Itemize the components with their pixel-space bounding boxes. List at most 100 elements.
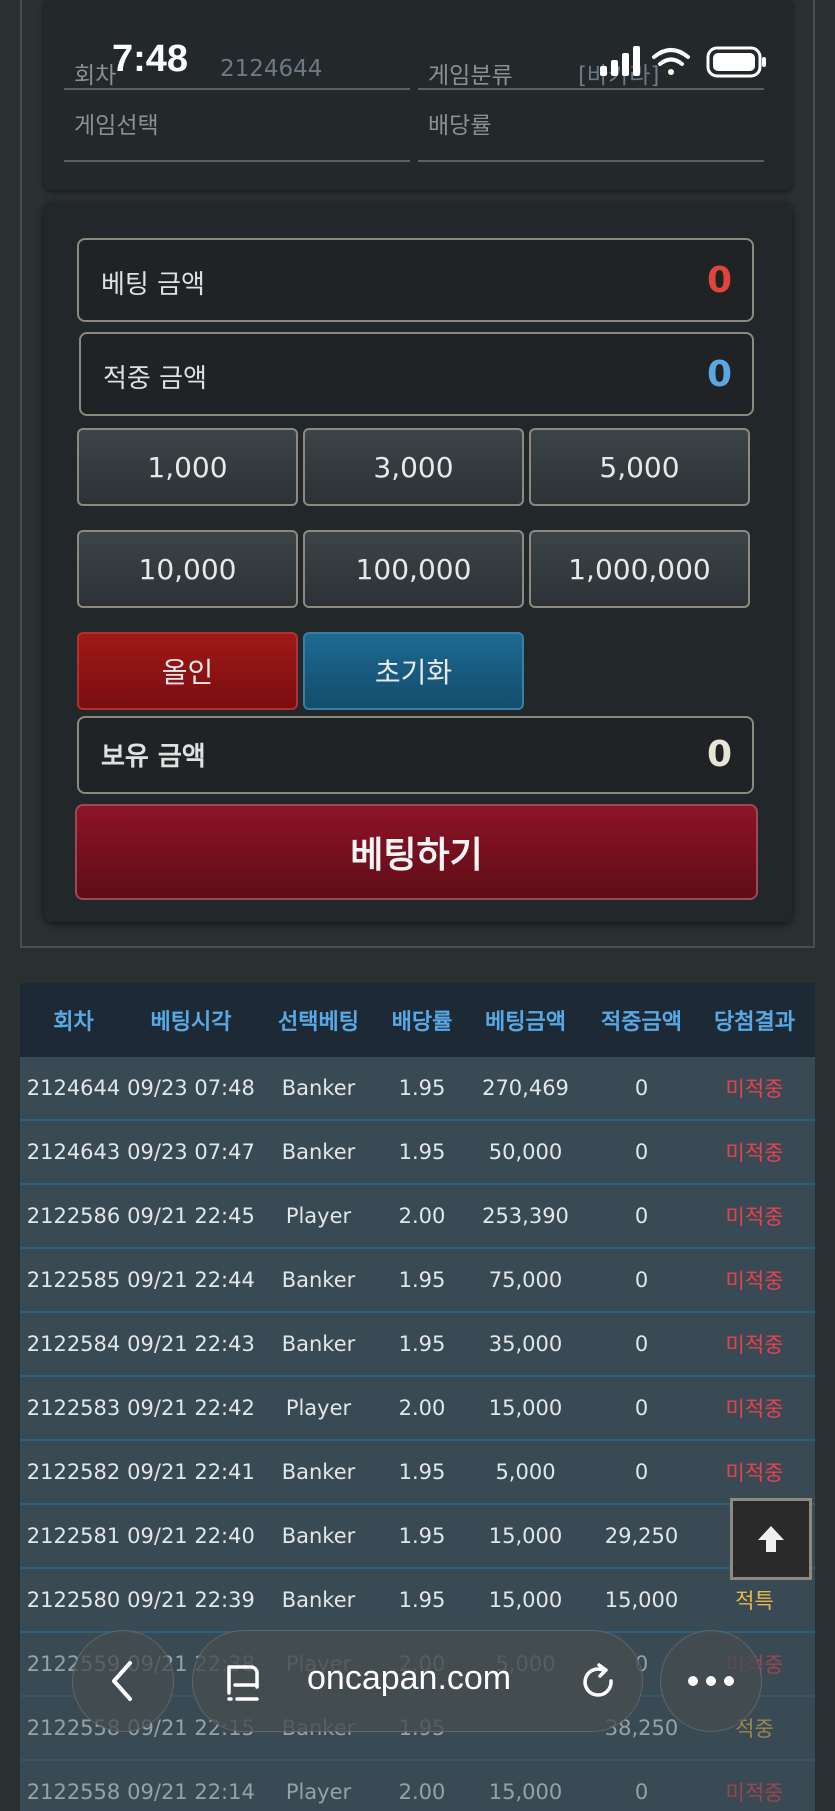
table-cell: Banker bbox=[281, 1076, 356, 1100]
table-cell: 미적중 bbox=[725, 1781, 784, 1805]
table-cell: 15,000 bbox=[488, 1588, 563, 1612]
table-cell: 미적중 bbox=[725, 1333, 784, 1357]
arrow-up-icon bbox=[758, 1526, 784, 1552]
table-cell: 15,000 bbox=[488, 1396, 563, 1420]
odds-label: 배당률 bbox=[428, 113, 492, 139]
chip-100000-button[interactable]: 100,000 bbox=[303, 530, 524, 608]
game-select-cell[interactable]: 게임선택 bbox=[64, 90, 410, 162]
game-info-card: 회차 2124644 게임분류 [바카라] 게임선택 배당률 bbox=[44, 0, 792, 190]
table-cell: 2.00 bbox=[398, 1780, 446, 1804]
table-cell: 0 bbox=[634, 1268, 649, 1292]
table-cell: 2.00 bbox=[398, 1204, 446, 1228]
table-cell: 0 bbox=[634, 1780, 649, 1804]
header-odds: 배당률 bbox=[391, 1010, 453, 1035]
more-options-button[interactable] bbox=[660, 1630, 762, 1732]
battery-icon bbox=[706, 46, 766, 78]
table-row: 2124643 09/23 07:47 Banker 1.95 50,000 0 미적중 bbox=[20, 1121, 815, 1185]
table-cell: 적특 bbox=[735, 1589, 774, 1613]
wifi-icon bbox=[652, 48, 690, 75]
table-cell: 1.95 bbox=[398, 1268, 446, 1292]
more-horizontal-icon bbox=[688, 1676, 734, 1686]
table-cell: 1.95 bbox=[398, 1076, 446, 1100]
win-amount-field: 적중 금액 0 bbox=[79, 332, 754, 416]
table-cell: 미적중 bbox=[725, 1269, 784, 1293]
table-cell: Player bbox=[285, 1204, 352, 1228]
table-cell: 29,250 bbox=[604, 1524, 679, 1548]
table-cell: 2122581 bbox=[26, 1524, 121, 1548]
bet-card: 베팅 금액 0 적중 금액 0 1,000 3,000 5,000 10,000… bbox=[44, 202, 792, 922]
table-cell: Banker bbox=[281, 1268, 356, 1292]
chevron-left-icon bbox=[112, 1661, 132, 1701]
table-row: 2122582 09/21 22:41 Banker 1.95 5,000 0 미적중 bbox=[20, 1441, 815, 1505]
url-text: oncapan.com bbox=[307, 1659, 512, 1697]
table-cell: 2122586 bbox=[26, 1204, 121, 1228]
table-cell: 5,000 bbox=[495, 1460, 556, 1484]
table-cell: 75,000 bbox=[488, 1268, 563, 1292]
table-cell: 09/21 22:45 bbox=[127, 1204, 255, 1228]
chip-1000-button[interactable]: 1,000 bbox=[77, 428, 298, 506]
header-bet-amount: 베팅금액 bbox=[485, 1010, 566, 1035]
table-cell: 0 bbox=[634, 1076, 649, 1100]
table-cell: 2122584 bbox=[26, 1332, 121, 1356]
table-cell: 미적중 bbox=[725, 1141, 784, 1165]
place-bet-button[interactable]: 베팅하기 bbox=[75, 804, 758, 900]
allin-button[interactable]: 올인 bbox=[77, 632, 298, 710]
table-cell: 0 bbox=[634, 1396, 649, 1420]
table-row: 2124644 09/23 07:48 Banker 1.95 270,469 0 미적중 bbox=[20, 1057, 815, 1121]
header-win-amount: 적중금액 bbox=[601, 1010, 682, 1035]
table-cell: Banker bbox=[281, 1140, 356, 1164]
balance-field: 보유 금액 0 bbox=[77, 716, 754, 794]
table-cell: 1.95 bbox=[398, 1524, 446, 1548]
bet-amount-label: 베팅 금액 bbox=[101, 270, 205, 300]
table-cell: 2122582 bbox=[26, 1460, 121, 1484]
back-button[interactable] bbox=[72, 1630, 174, 1732]
table-cell: 09/21 22:43 bbox=[127, 1332, 255, 1356]
table-cell: 2122585 bbox=[26, 1268, 121, 1292]
header-selection: 선택베팅 bbox=[278, 1010, 359, 1035]
table-cell: 15,000 bbox=[488, 1524, 563, 1548]
win-amount-value: 0 bbox=[706, 354, 732, 395]
round-label: 회차 bbox=[74, 63, 117, 89]
browser-toolbar: oncapan.com bbox=[0, 1630, 835, 1760]
table-cell: 50,000 bbox=[488, 1140, 563, 1164]
table-cell: 미적중 bbox=[725, 1397, 784, 1421]
chip-10000-button[interactable]: 10,000 bbox=[77, 530, 298, 608]
page-menu-icon[interactable] bbox=[223, 1663, 263, 1703]
table-cell: Player bbox=[285, 1780, 352, 1804]
win-amount-label: 적중 금액 bbox=[103, 364, 207, 394]
balance-label: 보유 금액 bbox=[101, 742, 206, 772]
table-row: 2122586 09/21 22:45 Player 2.00 253,390 0 미적중 bbox=[20, 1185, 815, 1249]
table-cell: 09/21 22:42 bbox=[127, 1396, 255, 1420]
table-cell: 2.00 bbox=[398, 1396, 446, 1420]
table-header: 회차 베팅시각 선택베팅 배당률 베팅금액 적중금액 당첨결과 bbox=[20, 983, 815, 1057]
table-row: 2122580 09/21 22:39 Banker 1.95 15,000 15,000… bbox=[20, 1569, 815, 1633]
table-cell: 1.95 bbox=[398, 1588, 446, 1612]
address-bar[interactable]: oncapan.com bbox=[192, 1630, 643, 1732]
table-cell: Banker bbox=[281, 1588, 356, 1612]
table-cell: 1.95 bbox=[398, 1140, 446, 1164]
table-row: 2122581 09/21 22:40 Banker 1.95 15,000 29,250… bbox=[20, 1505, 815, 1569]
round-value: 2124644 bbox=[220, 56, 323, 82]
table-cell: Banker bbox=[281, 1460, 356, 1484]
table-cell: 2122583 bbox=[26, 1396, 121, 1420]
balance-value: 0 bbox=[706, 734, 732, 775]
reset-button[interactable]: 초기화 bbox=[303, 632, 524, 710]
cellular-signal-icon bbox=[600, 46, 640, 76]
table-cell: Banker bbox=[281, 1524, 356, 1548]
reload-icon[interactable] bbox=[579, 1663, 619, 1703]
table-cell: 2122558 bbox=[26, 1780, 121, 1804]
chip-3000-button[interactable]: 3,000 bbox=[303, 428, 524, 506]
table-cell: 미적중 bbox=[725, 1077, 784, 1101]
table-cell: 0 bbox=[634, 1332, 649, 1356]
category-label: 게임분류 bbox=[428, 63, 513, 89]
scroll-top-button[interactable] bbox=[730, 1498, 812, 1580]
table-cell: 1.95 bbox=[398, 1460, 446, 1484]
table-cell: 미적중 bbox=[725, 1461, 784, 1485]
chip-5000-button[interactable]: 5,000 bbox=[529, 428, 750, 506]
table-cell: 09/21 22:39 bbox=[127, 1588, 255, 1612]
table-cell: 0 bbox=[634, 1204, 649, 1228]
table-row: 2122584 09/21 22:43 Banker 1.95 35,000 0 미적중 bbox=[20, 1313, 815, 1377]
chip-1000000-button[interactable]: 1,000,000 bbox=[529, 530, 750, 608]
table-cell: 2124644 bbox=[26, 1076, 121, 1100]
table-row: 2122558 09/21 22:14 Player 2.00 15,000 0 미적중 bbox=[20, 1761, 815, 1811]
